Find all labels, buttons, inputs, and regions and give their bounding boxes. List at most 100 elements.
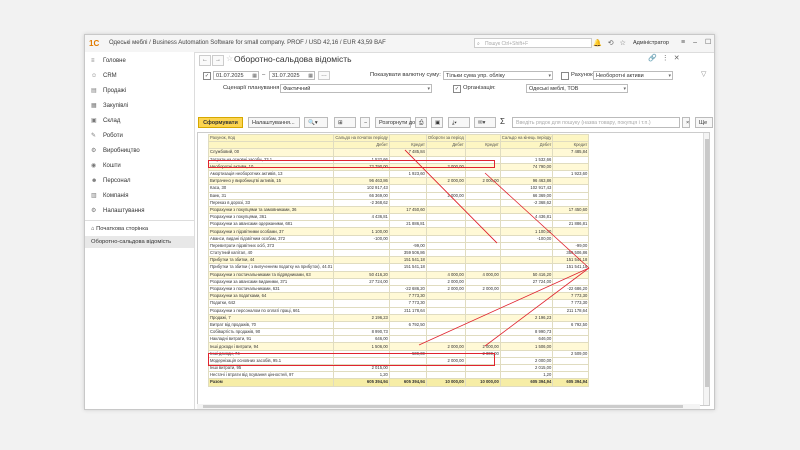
vertical-scrollbar[interactable] bbox=[703, 133, 709, 405]
amount-cell[interactable] bbox=[464, 220, 501, 229]
amount-cell[interactable] bbox=[499, 241, 554, 251]
amount-cell[interactable]: Кредит bbox=[552, 141, 590, 150]
menu-icon[interactable]: ≡ bbox=[681, 39, 685, 46]
amount-cell[interactable] bbox=[552, 363, 590, 373]
filter-icon[interactable]: ▽ bbox=[701, 70, 706, 78]
amount-cell[interactable] bbox=[464, 306, 501, 315]
amount-cell[interactable]: 646,00 bbox=[499, 335, 554, 344]
amount-cell[interactable] bbox=[425, 299, 466, 308]
amount-cell[interactable] bbox=[464, 320, 501, 330]
amount-cell[interactable]: 2 509,00 bbox=[552, 349, 590, 358]
planning-select[interactable]: Фактичний ▾ bbox=[280, 84, 432, 93]
account-cell[interactable]: Переказ в дорозі, 33 bbox=[207, 198, 335, 207]
preview-button[interactable]: ▣ bbox=[431, 117, 443, 128]
amount-cell[interactable]: 7 773,30 bbox=[388, 299, 427, 308]
amount-cell[interactable] bbox=[499, 148, 554, 157]
amount-cell[interactable] bbox=[552, 356, 590, 366]
account-cell[interactable]: Розрахунки з покупцями та замовниками, 3… bbox=[207, 205, 335, 215]
amount-cell[interactable]: 21 886,81 bbox=[388, 220, 427, 229]
print-button[interactable]: ⎙ bbox=[415, 117, 427, 128]
generate-button[interactable]: Сформувати bbox=[198, 117, 243, 128]
account-cell[interactable]: Нестачі і втрати від псування цінностей,… bbox=[207, 371, 335, 380]
table-row[interactable]: Собівартість продажів, 90 8 990,73 8 990,7… bbox=[207, 328, 590, 337]
amount-cell[interactable]: 96 463,86 bbox=[333, 177, 390, 186]
calendar-icon[interactable]: ▦ bbox=[252, 72, 257, 79]
amount-cell[interactable] bbox=[464, 299, 501, 308]
table-row[interactable]: Дебет Кредит Дебет Кредит Дебет Кредит bbox=[207, 141, 590, 150]
amount-cell[interactable] bbox=[499, 306, 554, 315]
amount-cell[interactable] bbox=[425, 263, 466, 272]
table-row[interactable]: Розрахунки за податками, 64 7 773,30 7 773… bbox=[207, 292, 590, 301]
amount-cell[interactable] bbox=[333, 169, 390, 179]
amount-cell[interactable] bbox=[552, 184, 590, 193]
table-row[interactable]: Каса, 30 102 917,43 102 917,43 bbox=[207, 184, 590, 193]
table-row[interactable]: Витрат від продажів, 70 6 792,50 6 792,50 bbox=[207, 320, 590, 330]
amount-cell[interactable] bbox=[333, 320, 390, 330]
currency-select[interactable]: Тільки сума упр. обліку ▾ bbox=[443, 71, 553, 80]
period-button[interactable]: … bbox=[318, 71, 330, 80]
amount-cell[interactable]: 66 369,00 bbox=[499, 191, 554, 200]
account-cell[interactable]: Розрахунки з покупцями, 361 bbox=[207, 213, 335, 222]
amount-cell[interactable]: 4 436,81 bbox=[333, 213, 390, 222]
amount-cell[interactable] bbox=[464, 191, 501, 200]
amount-cell[interactable]: 50 416,20 bbox=[499, 270, 554, 279]
amount-cell[interactable]: 102 917,43 bbox=[333, 184, 390, 193]
amount-cell[interactable] bbox=[552, 313, 590, 322]
amount-cell[interactable] bbox=[425, 148, 466, 157]
amount-cell[interactable] bbox=[388, 234, 427, 243]
table-row[interactable]: Продажі, 72 196,23 2 196,23 bbox=[207, 313, 590, 322]
amount-cell[interactable]: 2 000,00 bbox=[464, 177, 501, 186]
amount-cell[interactable]: 211 178,64 bbox=[388, 306, 427, 315]
amount-cell[interactable] bbox=[464, 227, 501, 236]
amount-cell[interactable]: 151 541,18 bbox=[388, 263, 427, 272]
amount-cell[interactable]: 2 000,00 bbox=[425, 284, 466, 294]
amount-cell[interactable] bbox=[464, 234, 501, 243]
amount-cell[interactable]: 17 450,60 bbox=[388, 205, 427, 215]
amount-cell[interactable] bbox=[464, 205, 501, 215]
amount-cell[interactable]: 1,20 bbox=[333, 371, 390, 380]
amount-cell[interactable] bbox=[464, 313, 501, 322]
amount-cell[interactable]: 4 436,81 bbox=[499, 213, 554, 222]
amount-cell[interactable] bbox=[425, 241, 466, 251]
amount-cell[interactable]: -100,00 bbox=[499, 234, 554, 243]
amount-cell[interactable] bbox=[425, 306, 466, 315]
amount-cell[interactable] bbox=[333, 241, 390, 251]
amount-cell[interactable] bbox=[425, 227, 466, 236]
table-row[interactable]: Розрахунки з персоналом по оплаті праці,… bbox=[207, 306, 590, 315]
amount-cell[interactable] bbox=[333, 284, 390, 294]
amount-cell[interactable] bbox=[552, 371, 590, 380]
sidebar-item-company[interactable]: ▥ Компанія bbox=[85, 189, 194, 203]
table-row[interactable]: Разом 605 394,94 605 394,94 10 000,00 10 000… bbox=[207, 378, 590, 387]
table-row[interactable]: Переказ в дорозі, 33 -2 368,62 -2 368,62 bbox=[207, 198, 590, 207]
amount-cell[interactable]: 96 463,86 bbox=[499, 177, 554, 186]
amount-cell[interactable] bbox=[464, 328, 501, 337]
amount-cell[interactable] bbox=[499, 299, 554, 308]
amount-cell[interactable]: 1 100,00 bbox=[499, 227, 554, 236]
amount-cell[interactable]: 6 792,50 bbox=[388, 320, 427, 330]
account-cell[interactable]: Продажі, 7 bbox=[207, 313, 335, 322]
table-row[interactable]: Банк, 31 66 369,00 2 000,00 66 369,00 bbox=[207, 191, 590, 200]
amount-cell[interactable]: 605 394,94 bbox=[388, 378, 427, 387]
amount-cell[interactable]: 10 000,00 bbox=[425, 378, 466, 387]
sidebar-item-production[interactable]: ⚙ Виробництво bbox=[85, 144, 194, 158]
amount-cell[interactable] bbox=[464, 277, 501, 286]
amount-cell[interactable] bbox=[333, 256, 390, 265]
amount-cell[interactable]: 2 000,00 bbox=[425, 191, 466, 200]
amount-cell[interactable] bbox=[333, 292, 390, 301]
amount-cell[interactable]: 8 990,73 bbox=[333, 328, 390, 337]
amount-cell[interactable]: 1 506,00 bbox=[499, 342, 554, 351]
minimize-icon[interactable]: – bbox=[693, 39, 697, 46]
amount-cell[interactable] bbox=[333, 248, 390, 258]
collapse-button[interactable]: − bbox=[360, 117, 370, 128]
amount-cell[interactable] bbox=[552, 191, 590, 200]
amount-cell[interactable] bbox=[552, 162, 590, 171]
open-window-home[interactable]: ⌂ Початкова сторінка bbox=[85, 223, 194, 235]
amount-cell[interactable]: Обороти за період bbox=[425, 133, 466, 143]
horizontal-scrollbar[interactable] bbox=[197, 404, 700, 409]
amount-cell[interactable] bbox=[552, 335, 590, 344]
amount-cell[interactable] bbox=[425, 371, 466, 380]
account-cell[interactable]: Рахунок, Код bbox=[207, 133, 335, 143]
amount-cell[interactable] bbox=[425, 198, 466, 207]
calendar-icon[interactable]: ▦ bbox=[308, 72, 313, 79]
table-row[interactable]: Розрахунки з покупцями та замовниками, 3… bbox=[207, 205, 590, 215]
